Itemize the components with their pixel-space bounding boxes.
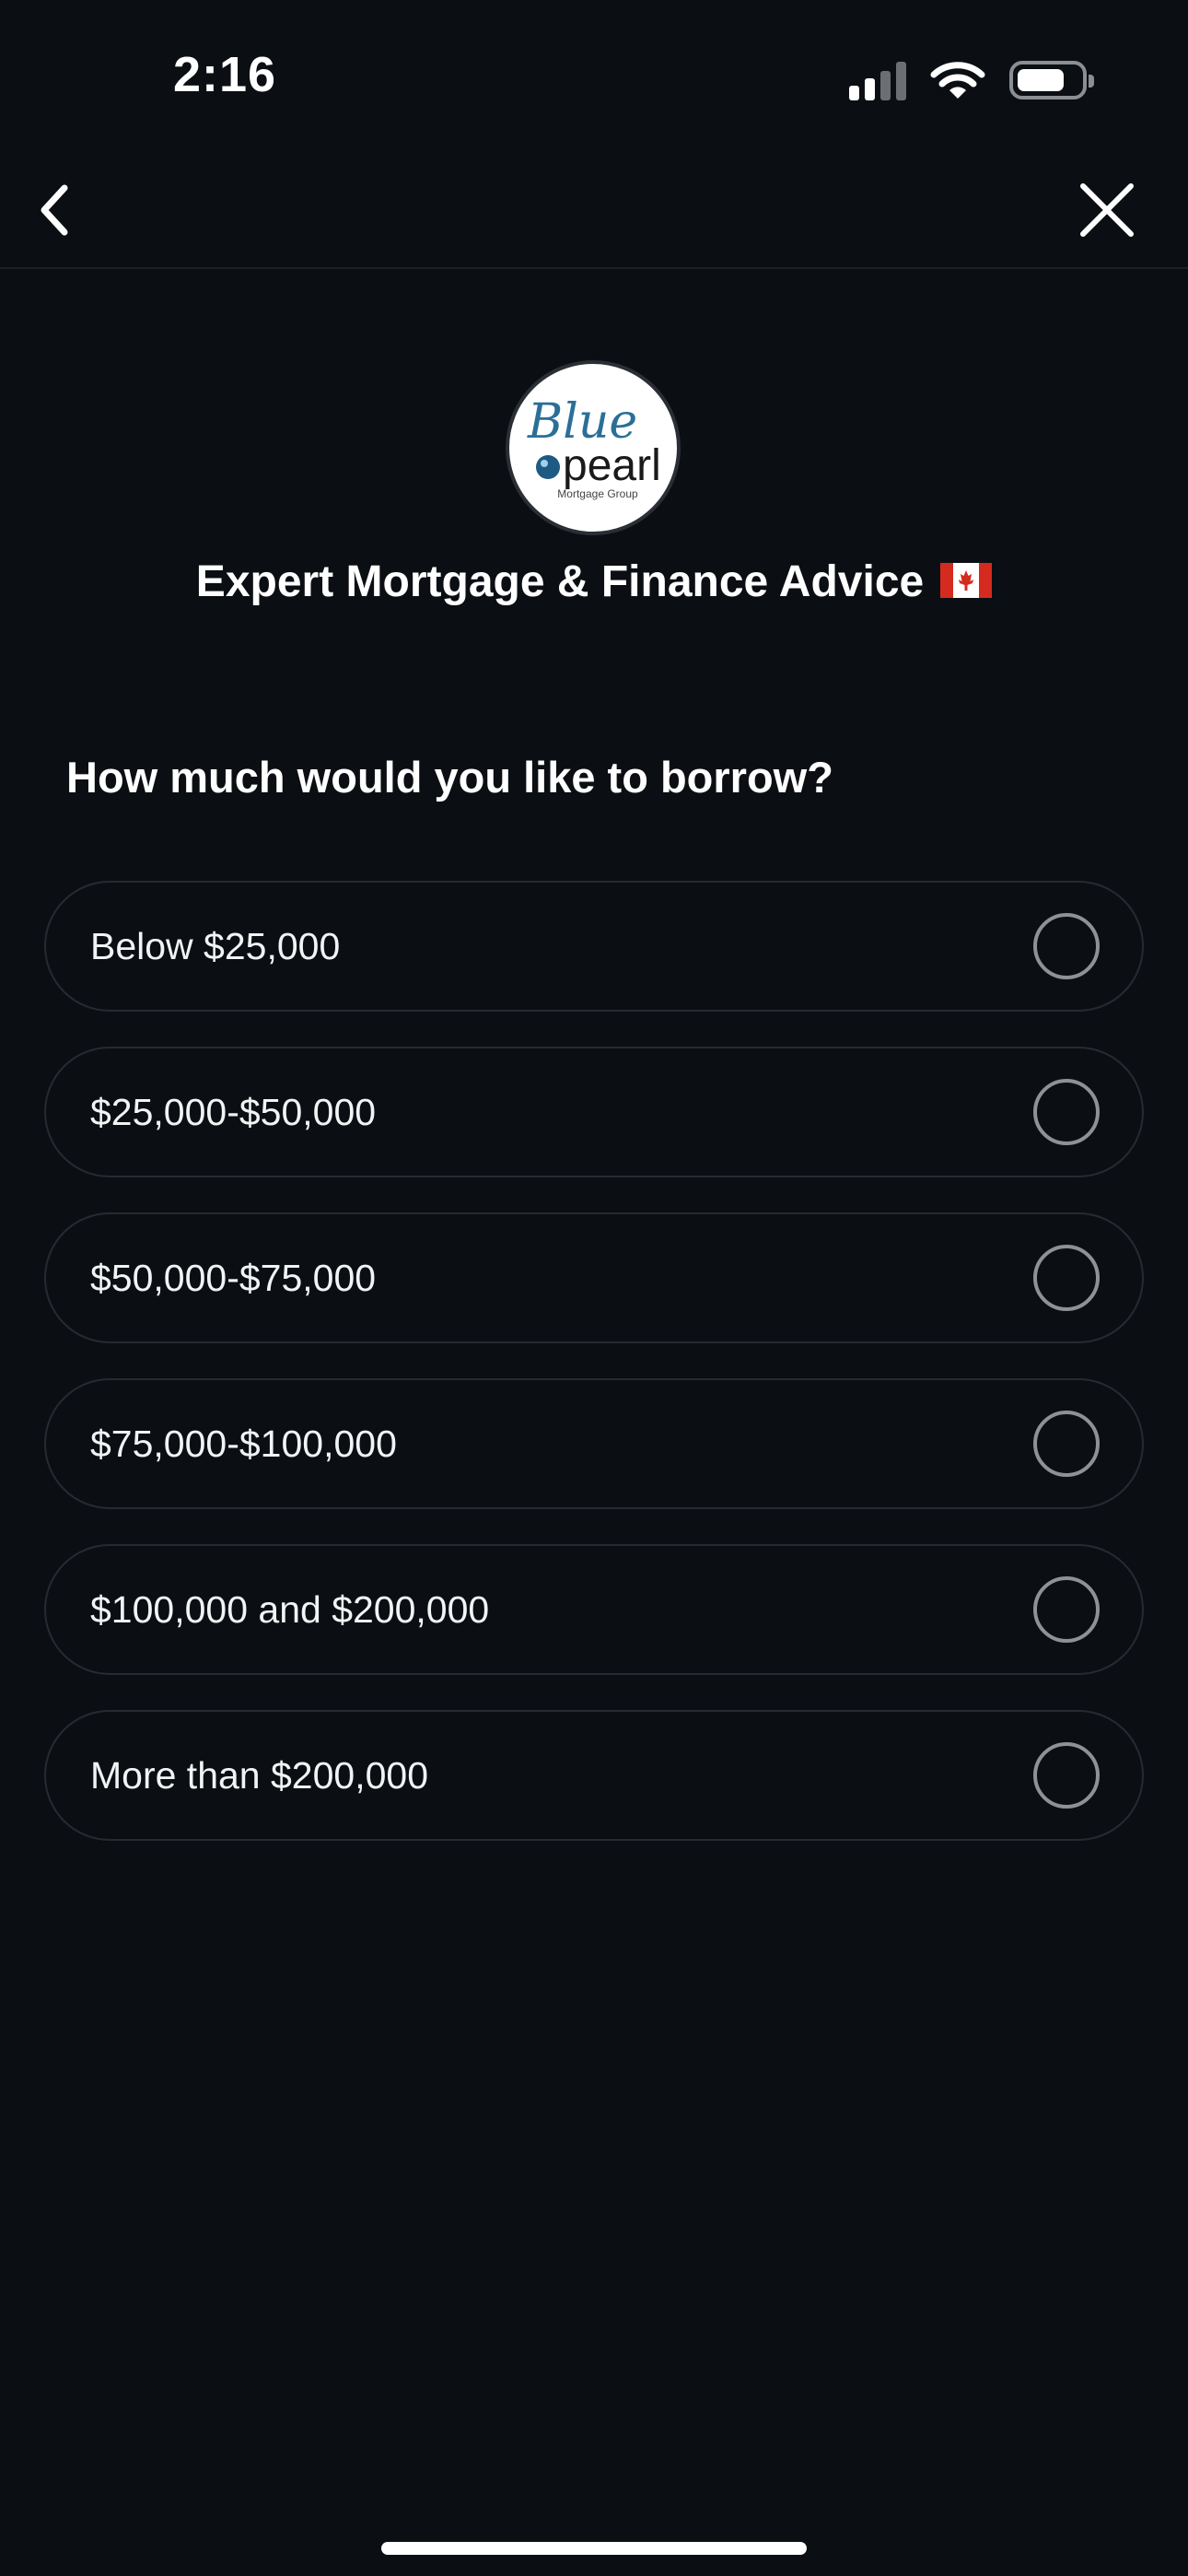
option-50000-75000[interactable]: $50,000-$75,000 [44,1212,1144,1343]
option-more-than-200000[interactable]: More than $200,000 [44,1710,1144,1841]
logo-sub-text: Mortgage Group [557,487,638,500]
close-icon [1080,183,1134,237]
status-icons [849,57,1094,103]
radio-button[interactable] [1033,1411,1100,1477]
radio-button[interactable] [1033,1245,1100,1311]
back-button[interactable] [18,173,92,247]
battery-icon [1009,61,1094,100]
question-heading: How much would you like to borrow? [66,753,833,802]
chevron-left-icon [41,184,68,236]
option-label: $75,000-$100,000 [90,1422,397,1465]
option-label: $25,000-$50,000 [90,1090,377,1133]
option-100000-200000[interactable]: $100,000 and $200,000 [44,1544,1144,1675]
wifi-icon [930,62,985,99]
radio-button[interactable] [1033,1742,1100,1809]
home-indicator[interactable] [381,2542,807,2555]
status-time: 2:16 [173,47,277,102]
option-75000-100000[interactable]: $75,000-$100,000 [44,1378,1144,1509]
radio-button[interactable] [1033,1576,1100,1643]
page-title: Expert Mortgage & Finance Advice [0,556,1188,607]
status-bar: 2:16 [0,0,1188,147]
page-title-text: Expert Mortgage & Finance Advice [195,557,925,606]
option-below-25000[interactable]: Below $25,000 [44,881,1144,1012]
cellular-signal-icon [849,60,906,100]
logo-main-text: pearl [563,441,661,490]
radio-button[interactable] [1033,913,1100,979]
option-label: $100,000 and $200,000 [90,1587,490,1631]
option-label: Below $25,000 [90,924,341,967]
company-logo: Blue pearl Mortgage Group [506,360,681,535]
option-label: $50,000-$75,000 [90,1256,377,1299]
canada-flag-icon [940,563,993,599]
option-label: More than $200,000 [90,1753,428,1797]
nav-bar [0,147,1188,269]
close-button[interactable] [1070,173,1144,247]
option-25000-50000[interactable]: $25,000-$50,000 [44,1047,1144,1177]
radio-button[interactable] [1033,1079,1100,1145]
options-list: Below $25,000 $25,000-$50,000 $50,000-$7… [44,881,1144,1876]
